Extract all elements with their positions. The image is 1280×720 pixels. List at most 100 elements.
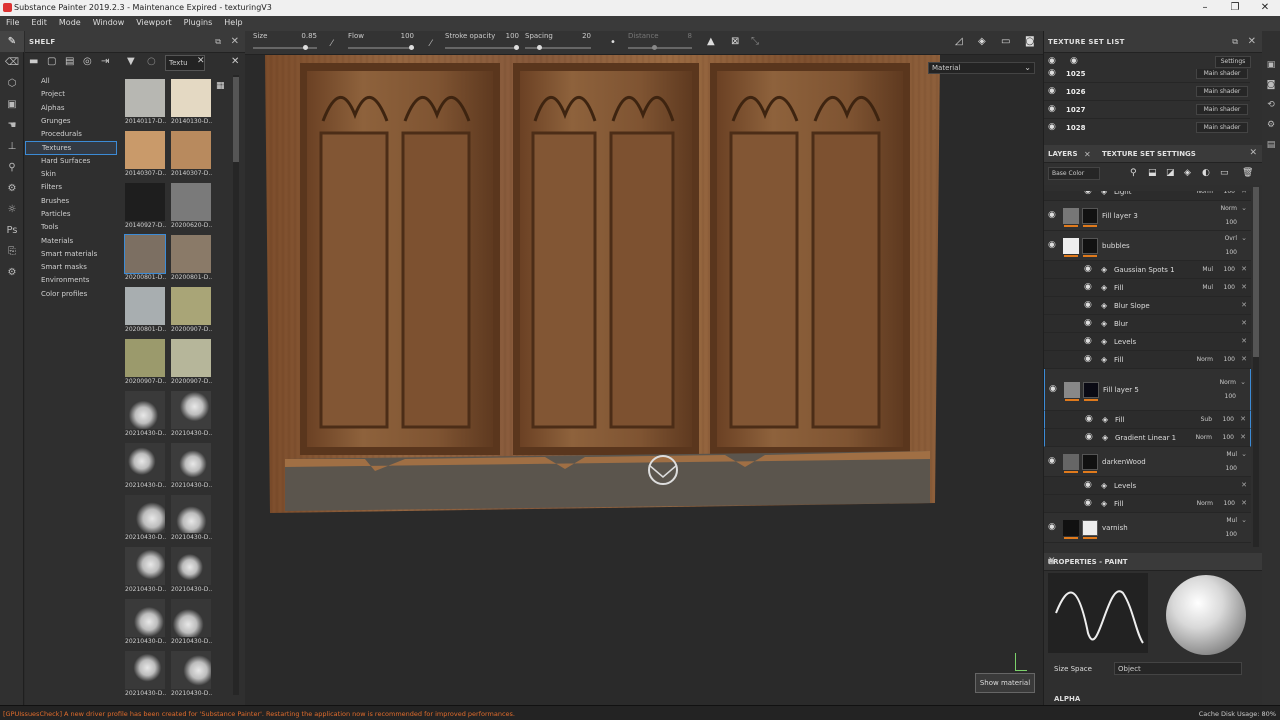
menu-mode[interactable]: Mode: [53, 16, 87, 27]
tab-layers[interactable]: LAYERS: [1048, 150, 1078, 158]
texture-thumbnail[interactable]: 20200801-D...: [171, 235, 212, 287]
distance-slider[interactable]: Distance 8: [628, 31, 692, 55]
shelf-scrollbar[interactable]: [233, 75, 239, 695]
flip-icon[interactable]: ⊠: [731, 36, 739, 47]
texture-thumbnail[interactable]: 20200801-D...: [124, 234, 166, 287]
texture-thumbnail[interactable]: 20210430-D...: [125, 651, 166, 703]
chevron-down-icon[interactable]: ⌄: [1241, 450, 1247, 458]
visibility-eye-icon[interactable]: ◉: [1048, 240, 1056, 250]
effect-opacity[interactable]: 100: [1223, 434, 1234, 441]
remove-effect-icon[interactable]: ✕: [1241, 283, 1247, 291]
visibility-eye-icon[interactable]: ◉: [1084, 498, 1092, 508]
effect-row[interactable]: ◉ ◈ Fill Mul 100 ✕: [1044, 279, 1251, 297]
texture-thumbnail[interactable]: 20210430-D...: [171, 599, 212, 651]
screenshot-camera-icon[interactable]: ◙: [1025, 36, 1035, 47]
visibility-eye-icon[interactable]: ◉: [1048, 86, 1056, 96]
texture-thumbnail[interactable]: 20210430-D...: [171, 651, 212, 703]
layer-opacity[interactable]: 100: [1225, 393, 1236, 400]
close-texture-set-list-icon[interactable]: ✕: [1248, 36, 1256, 47]
slider-knob[interactable]: [652, 45, 657, 50]
visibility-eye-icon[interactable]: ◉: [1084, 282, 1092, 292]
filter-icon[interactable]: ▼: [127, 56, 135, 67]
close-panel-icon[interactable]: ✕: [1249, 148, 1257, 158]
shelf-category[interactable]: Hard Surfaces: [25, 155, 120, 168]
close-search-icon[interactable]: ✕: [231, 56, 239, 67]
shelf-category[interactable]: Procedurals: [25, 128, 120, 141]
shelf-category[interactable]: Smart masks: [25, 261, 120, 274]
transform-icon[interactable]: ⤡: [751, 36, 759, 47]
add-mask-icon[interactable]: ◪: [1166, 168, 1175, 178]
remove-effect-icon[interactable]: ✕: [1241, 265, 1247, 273]
remove-effect-icon[interactable]: ✕: [1241, 499, 1247, 507]
visibility-eye-icon[interactable]: ◉: [1084, 336, 1092, 346]
history-icon[interactable]: ⟲: [1262, 95, 1280, 115]
texture-thumbnail[interactable]: 20210430-D...: [171, 547, 212, 599]
bake-icon[interactable]: ⚙: [0, 178, 24, 199]
3d-viewport[interactable]: Material ⌄ Show material: [245, 55, 1043, 705]
maximize-button[interactable]: ❐: [1220, 1, 1250, 15]
layers-scrollbar[interactable]: [1253, 187, 1259, 547]
grid-view-icon[interactable]: ▦: [216, 81, 225, 91]
stroke-opacity-slider[interactable]: Stroke opacity 100: [445, 31, 519, 55]
shelf-category[interactable]: Project: [25, 88, 120, 101]
viewport-mode-dropdown[interactable]: Material: [928, 62, 1035, 74]
shader-dropdown[interactable]: Main shader: [1196, 122, 1248, 133]
export-icon[interactable]: ⎘: [0, 241, 24, 262]
slider-knob[interactable]: [514, 45, 519, 50]
chevron-down-icon[interactable]: ⌄: [1241, 516, 1247, 524]
close-filter-icon[interactable]: ✕: [197, 56, 205, 66]
close-properties-icon[interactable]: ✕: [1048, 556, 1257, 566]
shelf-category[interactable]: Filters: [25, 181, 120, 194]
chevron-down-icon[interactable]: ⌄: [1241, 234, 1247, 242]
shader-dropdown[interactable]: Main shader: [1196, 104, 1248, 115]
layer-opacity[interactable]: 100: [1226, 249, 1237, 256]
texture-thumbnail[interactable]: 20140307-D...: [171, 131, 212, 183]
effect-opacity[interactable]: 100: [1224, 266, 1235, 273]
shader-dropdown[interactable]: Main shader: [1196, 86, 1248, 97]
menu-window[interactable]: Window: [87, 16, 131, 27]
layer-opacity[interactable]: 100: [1226, 465, 1237, 472]
menu-edit[interactable]: Edit: [25, 16, 53, 27]
shelf-category[interactable]: Particles: [25, 208, 120, 221]
texture-thumbnail[interactable]: 20140307-D...: [125, 131, 166, 183]
layer-row[interactable]: ◉ varnish Mul 100 ⌄: [1044, 513, 1251, 543]
show-material-button[interactable]: Show material: [975, 673, 1035, 693]
display-settings-icon[interactable]: ☼: [0, 199, 24, 220]
color-picker-icon[interactable]: ⚲: [0, 157, 24, 178]
visibility-eye-icon[interactable]: ◉: [1048, 522, 1056, 532]
shelf-category[interactable]: Smart materials: [25, 248, 120, 261]
blend-mode[interactable]: Norm: [1221, 205, 1237, 212]
blend-mode[interactable]: Norm: [1197, 356, 1213, 363]
effect-row[interactable]: ◉ ◈ Blur Slope ✕: [1044, 297, 1251, 315]
close-shelf-icon[interactable]: ✕: [231, 36, 239, 47]
texture-thumbnail[interactable]: 20140117-D...: [125, 79, 166, 131]
texture-thumbnail[interactable]: 20210430-D...: [125, 547, 166, 599]
shader-dropdown[interactable]: Main shader: [1196, 69, 1248, 79]
menu-plugins[interactable]: Plugins: [178, 16, 219, 27]
effect-opacity[interactable]: 100: [1223, 416, 1234, 423]
visibility-eye-icon[interactable]: ◉: [1084, 300, 1092, 310]
visibility-eye-icon[interactable]: ◉: [1084, 354, 1092, 364]
hide-icon[interactable]: ◎: [83, 56, 92, 67]
size-slider[interactable]: Size 0.85: [253, 31, 317, 55]
effect-row[interactable]: ◉ ◈ Levels ✕: [1044, 333, 1251, 351]
texture-thumbnail[interactable]: 20210430-D...: [125, 495, 166, 547]
new-file-icon[interactable]: ▢: [47, 56, 56, 67]
menu-help[interactable]: Help: [218, 16, 248, 27]
reset-filter-icon[interactable]: ○: [147, 56, 156, 67]
shelf-category[interactable]: Color profiles: [25, 288, 120, 301]
visibility-eye-icon[interactable]: ◉: [1085, 432, 1093, 442]
remove-effect-icon[interactable]: ✕: [1240, 415, 1246, 423]
visibility-eye-icon[interactable]: ◉: [1048, 69, 1056, 78]
blend-mode[interactable]: Ovrl: [1225, 235, 1237, 242]
add-paint-layer-icon[interactable]: ◐: [1202, 168, 1210, 178]
visibility-eye-icon[interactable]: ◉: [1085, 414, 1093, 424]
folder-icon[interactable]: ▬: [29, 56, 38, 67]
tab-texture-set-settings[interactable]: TEXTURE SET SETTINGS: [1102, 150, 1196, 158]
cube-view-icon[interactable]: ◈: [978, 36, 986, 47]
photoshop-export-icon[interactable]: Ps: [0, 220, 24, 241]
effect-opacity[interactable]: 100: [1224, 356, 1235, 363]
channel-dropdown[interactable]: Base Color: [1048, 167, 1100, 180]
shelf-category[interactable]: Environments: [25, 274, 120, 287]
add-fill-layer-icon[interactable]: ◈: [1184, 168, 1191, 178]
